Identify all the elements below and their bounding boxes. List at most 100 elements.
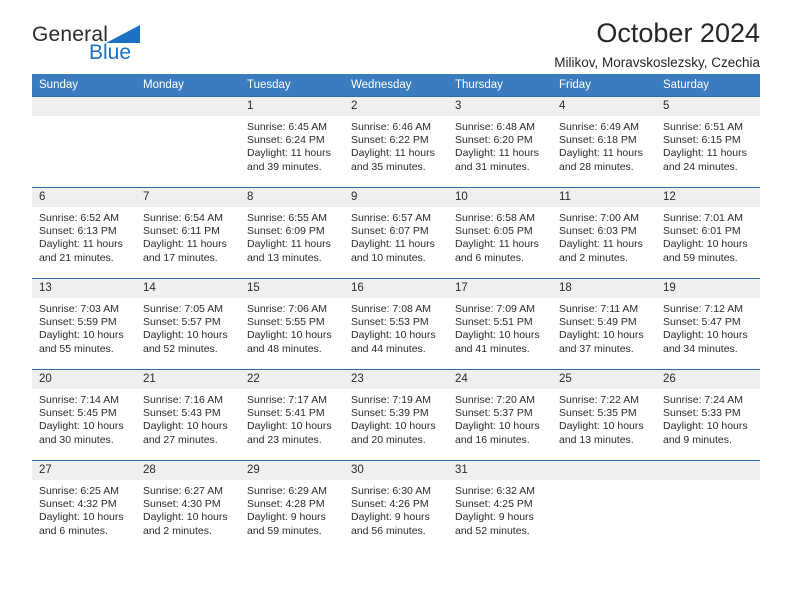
day-number: 7 <box>136 188 240 207</box>
day-details: Sunrise: 6:30 AM Sunset: 4:26 PM Daylight:… <box>344 480 448 538</box>
calendar-day-cell[interactable]: 23 Sunrise: 7:19 AM Sunset: 5:39 PM Dayligh… <box>344 369 448 461</box>
sunset-text: Sunset: 6:18 PM <box>559 134 637 147</box>
calendar-day-cell[interactable]: 10 Sunrise: 6:58 AM Sunset: 6:05 PM Dayligh… <box>448 187 552 279</box>
daylight-text-line2: and 6 minutes. <box>39 524 108 537</box>
calendar-week-row: 6 Sunrise: 6:52 AM Sunset: 6:13 PM Daylight… <box>32 187 760 279</box>
calendar-day-cell[interactable]: 1 Sunrise: 6:45 AM Sunset: 6:24 PM Daylight… <box>240 96 344 188</box>
calendar-day-cell[interactable]: 11 Sunrise: 7:00 AM Sunset: 6:03 PM Dayligh… <box>552 187 656 279</box>
day-number: 12 <box>656 188 760 207</box>
day-number: 23 <box>344 370 448 389</box>
calendar-day-cell[interactable]: 27 Sunrise: 6:25 AM Sunset: 4:32 PM Dayligh… <box>32 460 136 551</box>
sunrise-text: Sunrise: 7:19 AM <box>351 394 431 406</box>
daylight-text-line1: Daylight: 10 hours <box>247 420 332 433</box>
daylight-text-line1: Daylight: 10 hours <box>455 329 540 342</box>
daylight-text-line2: and 41 minutes. <box>455 342 530 355</box>
sunset-text: Sunset: 5:41 PM <box>247 407 325 420</box>
daylight-text-line1: Daylight: 10 hours <box>663 420 748 433</box>
daylight-text-line1: Daylight: 11 hours <box>559 147 643 160</box>
day-box <box>32 97 136 187</box>
day-box: 10 Sunrise: 6:58 AM Sunset: 6:05 PM Dayligh… <box>448 188 552 278</box>
day-details: Sunrise: 7:08 AM Sunset: 5:53 PM Daylight:… <box>344 298 448 356</box>
sunrise-text: Sunrise: 7:03 AM <box>39 303 119 315</box>
day-details: Sunrise: 6:29 AM Sunset: 4:28 PM Daylight:… <box>240 480 344 538</box>
calendar-day-cell[interactable]: 12 Sunrise: 7:01 AM Sunset: 6:01 PM Dayligh… <box>656 187 760 279</box>
calendar-day-cell[interactable]: 2 Sunrise: 6:46 AM Sunset: 6:22 PM Daylight… <box>344 96 448 188</box>
sunrise-text: Sunrise: 7:24 AM <box>663 394 743 406</box>
day-details: Sunrise: 6:32 AM Sunset: 4:25 PM Daylight:… <box>448 480 552 538</box>
daylight-text-line2: and 30 minutes. <box>39 433 114 446</box>
calendar-day-cell[interactable]: 20 Sunrise: 7:14 AM Sunset: 5:45 PM Dayligh… <box>32 369 136 461</box>
calendar-day-cell[interactable]: 30 Sunrise: 6:30 AM Sunset: 4:26 PM Dayligh… <box>344 460 448 551</box>
day-box: 20 Sunrise: 7:14 AM Sunset: 5:45 PM Dayligh… <box>32 370 136 460</box>
day-details: Sunrise: 6:46 AM Sunset: 6:22 PM Daylight:… <box>344 116 448 174</box>
day-number: 24 <box>448 370 552 389</box>
calendar-day-cell[interactable]: 3 Sunrise: 6:48 AM Sunset: 6:20 PM Daylight… <box>448 96 552 188</box>
sunset-text: Sunset: 5:45 PM <box>39 407 117 420</box>
daylight-text-line1: Daylight: 9 hours <box>351 511 430 524</box>
day-box: 15 Sunrise: 7:06 AM Sunset: 5:55 PM Dayligh… <box>240 279 344 369</box>
calendar-day-cell[interactable]: 15 Sunrise: 7:06 AM Sunset: 5:55 PM Dayligh… <box>240 278 344 370</box>
daylight-text-line2: and 24 minutes. <box>663 160 738 173</box>
day-number: 13 <box>32 279 136 298</box>
daylight-text-line2: and 44 minutes. <box>351 342 426 355</box>
day-details: Sunrise: 7:22 AM Sunset: 5:35 PM Daylight:… <box>552 389 656 447</box>
brand-logo[interactable]: General Blue <box>32 24 222 72</box>
sunset-text: Sunset: 6:11 PM <box>143 225 220 238</box>
sunset-text: Sunset: 6:20 PM <box>455 134 533 147</box>
day-details: Sunrise: 7:17 AM Sunset: 5:41 PM Daylight:… <box>240 389 344 447</box>
sunset-text: Sunset: 6:01 PM <box>663 225 741 238</box>
weekday-header-monday: Monday <box>136 74 240 97</box>
calendar-day-cell[interactable]: 24 Sunrise: 7:20 AM Sunset: 5:37 PM Dayligh… <box>448 369 552 461</box>
calendar-day-cell[interactable]: 31 Sunrise: 6:32 AM Sunset: 4:25 PM Dayligh… <box>448 460 552 551</box>
sunrise-text: Sunrise: 6:46 AM <box>351 121 431 133</box>
calendar-day-cell[interactable]: 4 Sunrise: 6:49 AM Sunset: 6:18 PM Daylight… <box>552 96 656 188</box>
day-number: 9 <box>344 188 448 207</box>
day-number: 2 <box>344 97 448 116</box>
calendar-day-cell[interactable]: 8 Sunrise: 6:55 AM Sunset: 6:09 PM Daylight… <box>240 187 344 279</box>
calendar-day-cell[interactable]: 21 Sunrise: 7:16 AM Sunset: 5:43 PM Dayligh… <box>136 369 240 461</box>
sunset-text: Sunset: 6:24 PM <box>247 134 325 147</box>
sunset-text: Sunset: 4:30 PM <box>143 498 221 511</box>
sunrise-text: Sunrise: 6:48 AM <box>455 121 535 133</box>
daylight-text-line1: Daylight: 10 hours <box>351 420 436 433</box>
calendar-day-cell[interactable]: 19 Sunrise: 7:12 AM Sunset: 5:47 PM Dayligh… <box>656 278 760 370</box>
sunset-text: Sunset: 5:59 PM <box>39 316 117 329</box>
calendar-day-cell[interactable]: 17 Sunrise: 7:09 AM Sunset: 5:51 PM Dayligh… <box>448 278 552 370</box>
calendar-day-cell[interactable]: 6 Sunrise: 6:52 AM Sunset: 6:13 PM Daylight… <box>32 187 136 279</box>
day-box: 27 Sunrise: 6:25 AM Sunset: 4:32 PM Dayligh… <box>32 461 136 551</box>
sunset-text: Sunset: 4:26 PM <box>351 498 429 511</box>
daylight-text-line2: and 16 minutes. <box>455 433 530 446</box>
calendar-day-cell[interactable]: 22 Sunrise: 7:17 AM Sunset: 5:41 PM Dayligh… <box>240 369 344 461</box>
sunrise-text: Sunrise: 6:54 AM <box>143 212 223 224</box>
calendar-week-row: 13 Sunrise: 7:03 AM Sunset: 5:59 PM Dayligh… <box>32 278 760 370</box>
day-box: 28 Sunrise: 6:27 AM Sunset: 4:30 PM Dayligh… <box>136 461 240 551</box>
weekday-header-saturday: Saturday <box>656 74 760 97</box>
daylight-text-line2: and 21 minutes. <box>39 251 114 264</box>
sunset-text: Sunset: 5:43 PM <box>143 407 221 420</box>
day-number: 21 <box>136 370 240 389</box>
page-header: General Blue October 2024 Milikov, Morav… <box>32 0 760 74</box>
calendar-day-cell[interactable]: 26 Sunrise: 7:24 AM Sunset: 5:33 PM Dayligh… <box>656 369 760 461</box>
sunset-text: Sunset: 5:57 PM <box>143 316 221 329</box>
calendar-day-cell[interactable]: 13 Sunrise: 7:03 AM Sunset: 5:59 PM Dayligh… <box>32 278 136 370</box>
sunrise-text: Sunrise: 6:52 AM <box>39 212 119 224</box>
calendar-day-cell[interactable]: 9 Sunrise: 6:57 AM Sunset: 6:07 PM Daylight… <box>344 187 448 279</box>
calendar-day-cell[interactable]: 25 Sunrise: 7:22 AM Sunset: 5:35 PM Dayligh… <box>552 369 656 461</box>
day-details: Sunrise: 7:20 AM Sunset: 5:37 PM Daylight:… <box>448 389 552 447</box>
day-box: 2 Sunrise: 6:46 AM Sunset: 6:22 PM Daylight… <box>344 97 448 187</box>
calendar-day-cell[interactable]: 7 Sunrise: 6:54 AM Sunset: 6:11 PM Daylight… <box>136 187 240 279</box>
day-box <box>136 97 240 187</box>
day-number: 30 <box>344 461 448 480</box>
day-number: 19 <box>656 279 760 298</box>
calendar-day-cell[interactable]: 18 Sunrise: 7:11 AM Sunset: 5:49 PM Dayligh… <box>552 278 656 370</box>
calendar-day-cell[interactable]: 5 Sunrise: 6:51 AM Sunset: 6:15 PM Daylight… <box>656 96 760 188</box>
calendar-day-cell[interactable]: 28 Sunrise: 6:27 AM Sunset: 4:30 PM Dayligh… <box>136 460 240 551</box>
sunset-text: Sunset: 5:55 PM <box>247 316 325 329</box>
daylight-text-line1: Daylight: 11 hours <box>143 238 227 251</box>
day-box <box>656 461 760 551</box>
calendar-day-cell[interactable]: 14 Sunrise: 7:05 AM Sunset: 5:57 PM Dayligh… <box>136 278 240 370</box>
daylight-text-line1: Daylight: 10 hours <box>455 420 540 433</box>
daylight-text-line2: and 34 minutes. <box>663 342 738 355</box>
calendar-day-cell[interactable]: 16 Sunrise: 7:08 AM Sunset: 5:53 PM Dayligh… <box>344 278 448 370</box>
calendar-day-cell[interactable]: 29 Sunrise: 6:29 AM Sunset: 4:28 PM Dayligh… <box>240 460 344 551</box>
